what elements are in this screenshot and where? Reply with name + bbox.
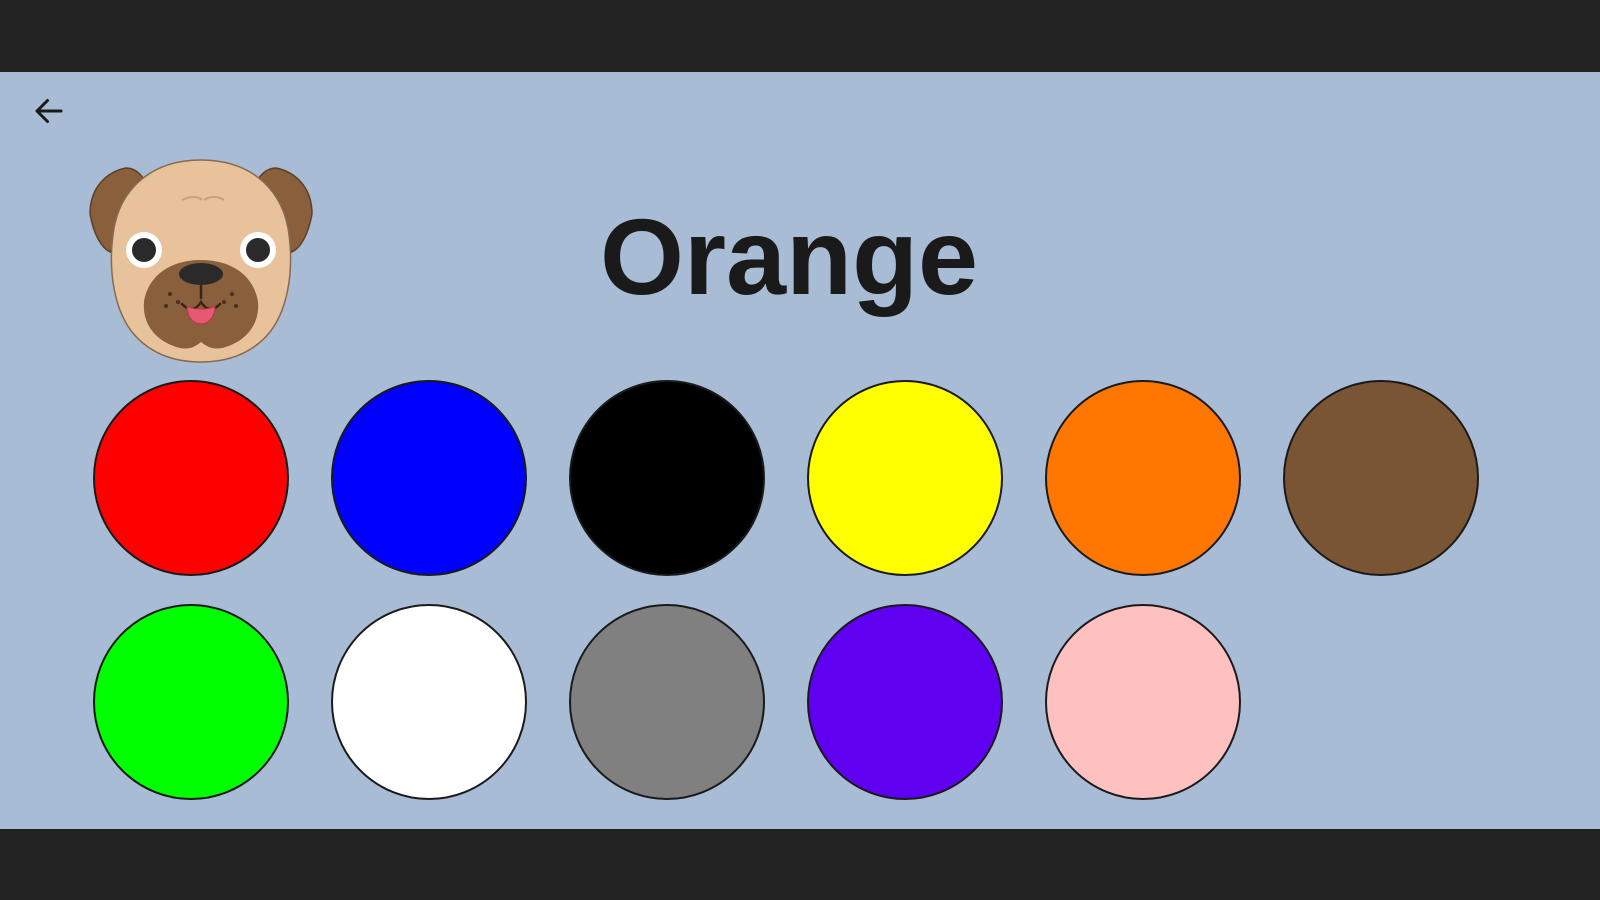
color-swatch-brown[interactable] bbox=[1283, 380, 1479, 576]
color-swatch-green[interactable] bbox=[93, 604, 289, 800]
color-swatch-pink[interactable] bbox=[1045, 604, 1241, 800]
top-bar bbox=[0, 0, 1600, 72]
color-game-screen: Orange bbox=[0, 72, 1600, 829]
arrow-left-icon bbox=[35, 99, 63, 123]
color-swatch-purple[interactable] bbox=[807, 604, 1003, 800]
color-name-title: Orange bbox=[600, 196, 979, 317]
bottom-bar bbox=[0, 829, 1600, 900]
color-swatch-blue[interactable] bbox=[331, 380, 527, 576]
back-button[interactable] bbox=[26, 88, 72, 134]
color-swatch-orange[interactable] bbox=[1045, 380, 1241, 576]
color-swatch-white[interactable] bbox=[331, 604, 527, 800]
pug-face-icon bbox=[89, 159, 313, 363]
color-swatch-yellow[interactable] bbox=[807, 380, 1003, 576]
color-swatch-red[interactable] bbox=[93, 380, 289, 576]
color-swatch-black[interactable] bbox=[569, 380, 765, 576]
color-swatch-gray[interactable] bbox=[569, 604, 765, 800]
